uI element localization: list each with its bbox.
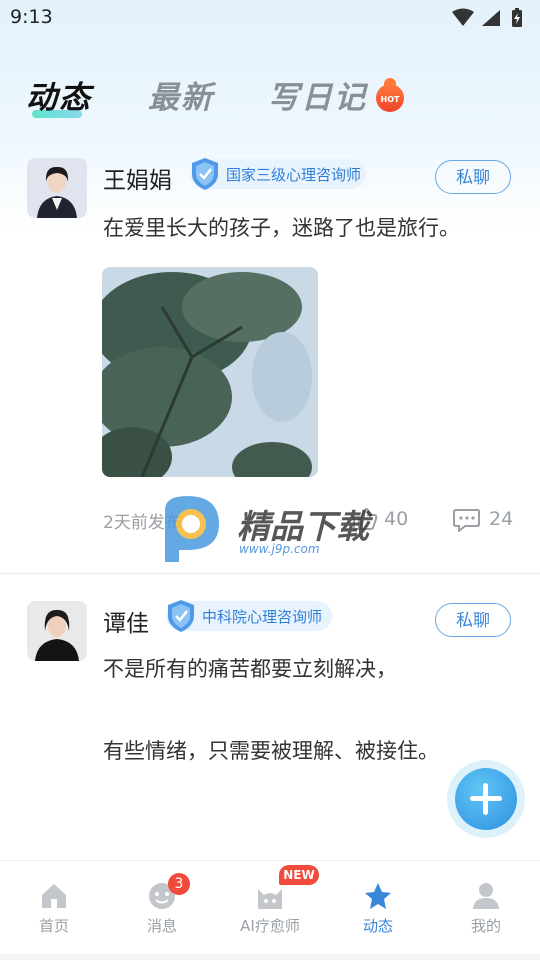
shield-icon: [168, 600, 194, 632]
avatar[interactable]: [27, 158, 87, 218]
like-count: 40: [384, 508, 409, 530]
cert-text: 中科院心理咨询师: [202, 608, 323, 626]
nav-label: 动态: [362, 917, 393, 935]
tab-dynamics[interactable]: 动态: [26, 72, 92, 117]
avatar[interactable]: [27, 601, 87, 661]
private-chat-button[interactable]: 私聊: [435, 603, 511, 637]
post-content-line: 不是所有的痛苦都要立刻解决，: [103, 657, 397, 681]
watermark-logo: [165, 496, 219, 562]
tab-write-diary[interactable]: 写日记: [268, 72, 367, 117]
nav-dynamics[interactable]: 动态: [324, 861, 432, 951]
wifi-icon: [452, 8, 474, 26]
nav-label: 首页: [38, 917, 69, 935]
nav-label: 消息: [146, 917, 177, 935]
post-content-line: 有些情绪，只需要被理解、被接住。: [103, 739, 439, 763]
comment-icon[interactable]: [453, 508, 481, 532]
post-content: 在爱里长大的孩子，迷路了也是旅行。: [103, 216, 460, 240]
hot-badge: HOT: [376, 84, 404, 112]
author-name: 谭佳: [103, 611, 149, 637]
cert-text: 国家三级心理咨询师: [226, 166, 362, 184]
unread-badge: 3: [168, 873, 190, 895]
watermark-url: www.j9p.com: [239, 542, 320, 556]
shield-icon: [192, 158, 218, 190]
cert-badge: 中科院心理咨询师: [166, 600, 332, 632]
new-badge: NEW: [279, 865, 319, 885]
home-icon: [42, 884, 66, 908]
comment-count: 24: [489, 508, 514, 530]
bottom-nav: 首页 消息 AI疗愈师 动态 我的: [0, 860, 540, 961]
author-name: 王娟娟: [103, 168, 172, 194]
profile-icon: [473, 883, 499, 909]
home-indicator: [0, 954, 540, 960]
status-bar: 9:13: [0, 0, 540, 36]
ai-healer-icon: [258, 889, 282, 909]
watermark-title: 精品下载: [237, 507, 369, 546]
status-time: 9:13: [10, 6, 53, 28]
nav-profile[interactable]: 我的: [432, 861, 540, 951]
create-post-button[interactable]: [455, 768, 517, 830]
watermark: 精品下载 www.j9p.com: [157, 492, 387, 572]
nav-messages[interactable]: 消息: [108, 861, 216, 951]
post-image[interactable]: [102, 267, 318, 477]
post-divider: [0, 573, 540, 574]
nav-label: AI疗愈师: [240, 917, 300, 935]
signal-icon: [482, 10, 500, 26]
top-tabs: 动态 最新 写日记: [0, 72, 540, 128]
star-icon: [365, 883, 391, 909]
private-chat-button[interactable]: 私聊: [435, 160, 511, 194]
status-icons: [452, 8, 522, 27]
tab-latest[interactable]: 最新: [148, 72, 214, 117]
nav-home[interactable]: 首页: [0, 861, 108, 951]
cert-badge: 国家三级心理咨询师: [190, 158, 366, 190]
nav-label: 我的: [470, 917, 501, 935]
